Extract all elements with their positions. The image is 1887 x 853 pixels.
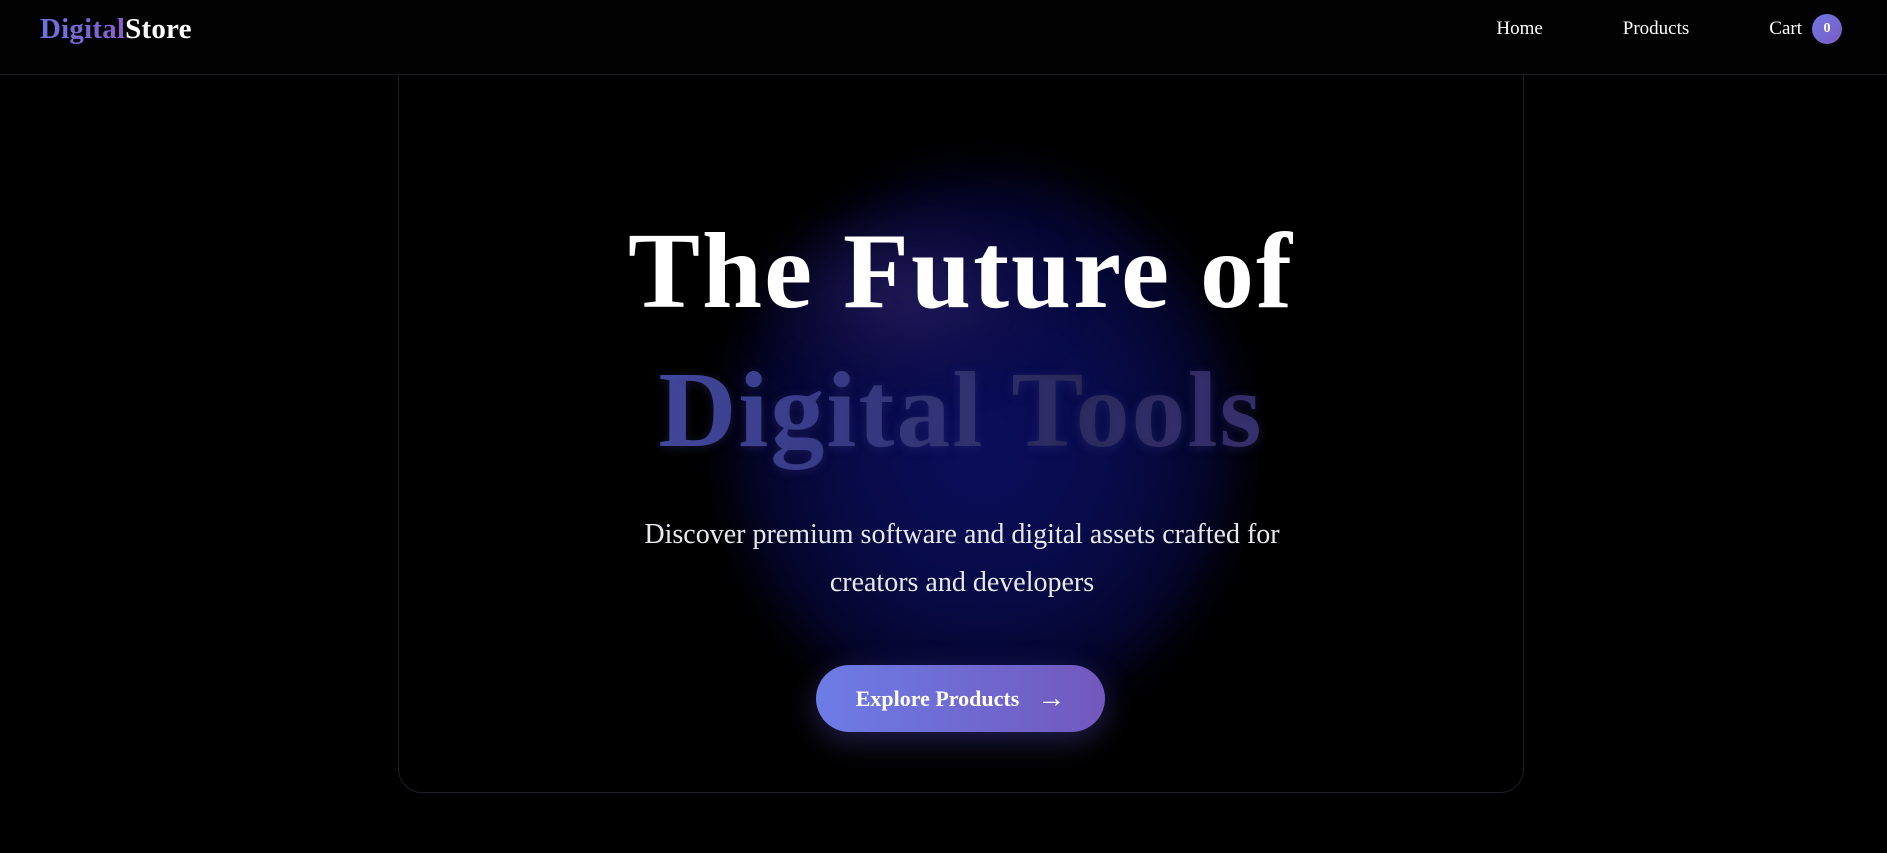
logo[interactable]: DigitalStore <box>40 13 192 46</box>
cart-count-badge: 0 <box>1812 14 1842 44</box>
logo-text-store: Store <box>125 13 192 45</box>
nav-cart-link[interactable]: Cart 0 <box>1769 14 1842 44</box>
logo-text-digital: Digital <box>40 13 126 45</box>
explore-products-label: Explore Products <box>855 685 1020 711</box>
explore-products-button[interactable]: Explore Products → <box>816 665 1105 732</box>
arrow-right-icon: → <box>1037 682 1066 714</box>
navbar: DigitalStore Home Products Cart 0 <box>0 0 1887 75</box>
cart-label: Cart <box>1769 18 1802 39</box>
nav-links: Home Products Cart 0 <box>1496 14 1842 44</box>
nav-home-link[interactable]: Home <box>1496 18 1542 40</box>
hero-title-line2: Digital Tools <box>399 351 1523 471</box>
nav-products-link[interactable]: Products <box>1623 18 1690 40</box>
hero-title-line1: The Future of <box>628 212 1294 331</box>
hero-card: The Future of Digital Tools Discover pre… <box>398 40 1524 793</box>
hero-subtitle: Discover premium software and digital as… <box>644 519 1280 598</box>
